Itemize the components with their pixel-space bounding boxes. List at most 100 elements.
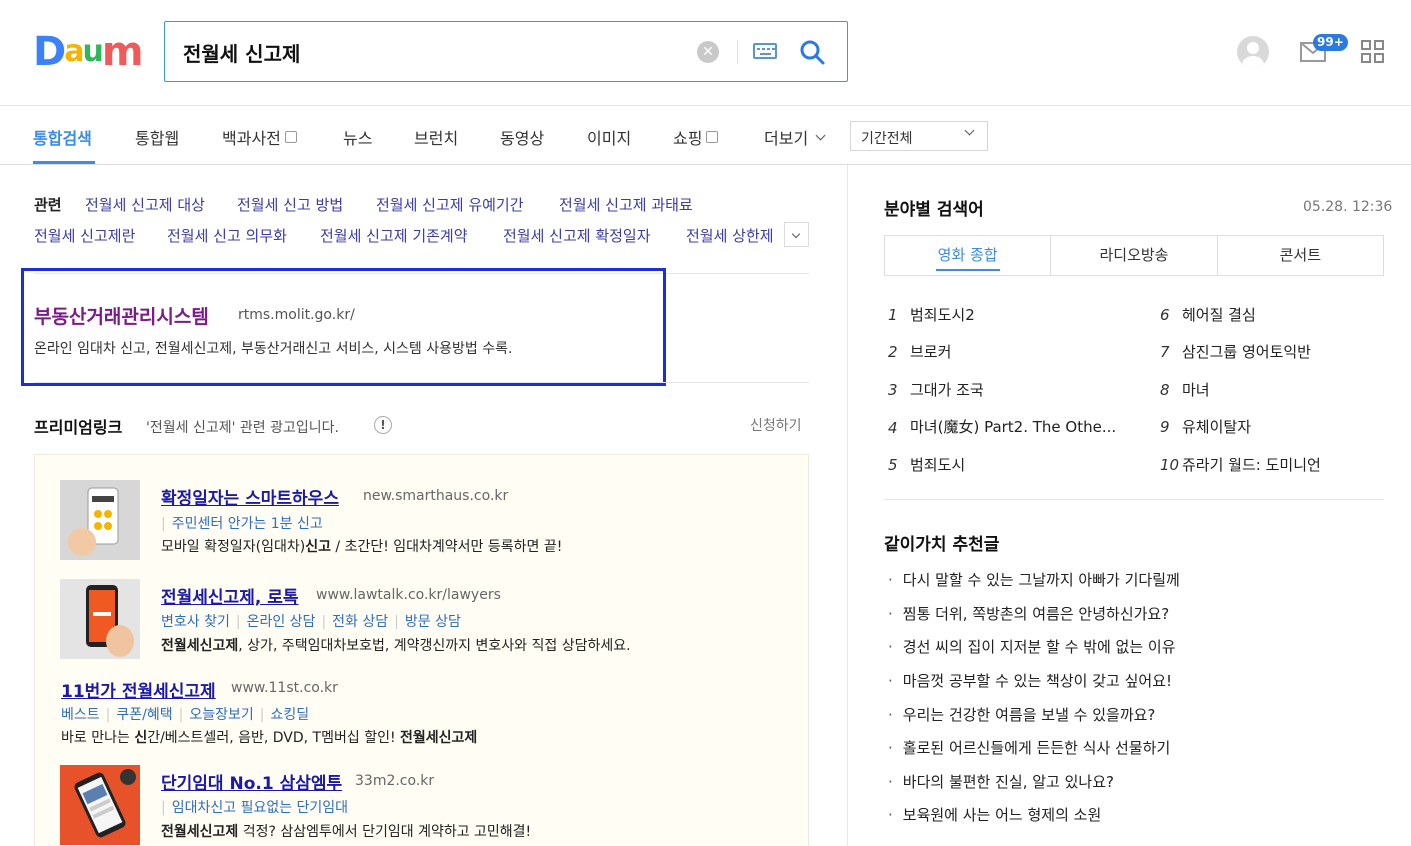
active-tab-underline <box>33 161 95 164</box>
chevron-down-icon <box>815 130 826 140</box>
ad-desc-keyword: 전월세신고제 <box>161 638 239 654</box>
related-link[interactable]: 전월세 신고제 유예기간 <box>376 194 524 215</box>
ad-title[interactable]: 단기임대 No.1 삼삼엠투 <box>161 769 342 794</box>
rank-item[interactable]: 3 그대가 조국 <box>888 379 984 400</box>
apply-ad-link[interactable]: 신청하기 <box>750 415 802 435</box>
ad-url[interactable]: www.11st.co.kr <box>231 680 338 696</box>
ad-title[interactable]: 확정일자는 스마트하우스 <box>161 484 339 509</box>
ad-desc-text: , 상가, 주택임대차보호법, 계약갱신까지 변호사와 직접 상담하세요. <box>238 638 631 654</box>
apps-grid-icon[interactable] <box>1361 40 1385 64</box>
keyboard-icon[interactable] <box>753 43 777 59</box>
ad-sublink[interactable]: 베스트 <box>61 707 100 723</box>
ad-sublink[interactable]: 방문 상담 <box>405 614 461 630</box>
user-avatar-icon[interactable] <box>1237 36 1269 68</box>
gachi-item[interactable]: 경선 씨의 집이 지저분 할 수 밖에 없는 이유 <box>888 636 1176 657</box>
related-link[interactable]: 전월세 상한제 <box>686 225 774 246</box>
related-link[interactable]: 전월세 신고 방법 <box>237 194 343 215</box>
ad-thumbnail-phone-image[interactable] <box>60 765 140 845</box>
ad-description: 전월세신고제 걱정? 삼삼엠투에서 단기임대 계약하고 고민해결! <box>161 821 531 841</box>
rank-item[interactable]: 8 마녀 <box>1160 379 1210 400</box>
ad-sublink[interactable]: 임대차신고 필요없는 단기임대 <box>172 800 348 816</box>
related-expand-button[interactable] <box>784 222 809 247</box>
tab-shopping[interactable]: 쇼핑 <box>673 125 719 149</box>
rank-item[interactable]: 5 범죄도시 <box>888 454 965 475</box>
rank-item[interactable]: 2 브로커 <box>888 341 951 362</box>
chevron-down-icon <box>964 125 975 136</box>
rank-item[interactable]: 1 범죄도시2 <box>888 304 975 325</box>
tab-concert[interactable]: 콘서트 <box>1216 236 1383 275</box>
search-input[interactable] <box>183 36 683 68</box>
result-title[interactable]: 부동산거래관리시스템 <box>34 302 209 329</box>
related-link[interactable]: 전월세 신고제 확정일자 <box>503 225 651 246</box>
rank-number: 6 <box>1160 306 1170 324</box>
rank-text: 헤어질 결심 <box>1182 306 1256 324</box>
rank-text: 유체이탈자 <box>1182 418 1252 436</box>
result-description: 온라인 임대차 신고, 전월세신고제, 부동산거래신고 서비스, 시스템 사용방… <box>34 341 513 357</box>
ad-sublink[interactable]: 쇼킹딜 <box>270 707 309 723</box>
rank-item[interactable]: 6 헤어질 결심 <box>1160 304 1256 325</box>
related-link[interactable]: 전월세 신고제 기존계약 <box>320 225 468 246</box>
rank-item[interactable]: 9 유체이탈자 <box>1160 416 1251 437</box>
tab-integrated[interactable]: 통합검색 <box>33 125 92 149</box>
ad-url[interactable]: new.smarthaus.co.kr <box>363 488 508 504</box>
new-window-icon <box>706 131 719 143</box>
ad-sublink[interactable]: 온라인 상담 <box>247 614 316 630</box>
ad-sublink[interactable]: 변호사 찾기 <box>161 614 230 630</box>
gachi-item[interactable]: 홀로된 어르신들에게 든든한 식사 선물하기 <box>888 737 1170 758</box>
period-select[interactable]: 기간전체 <box>850 121 988 151</box>
rank-text: 그대가 조국 <box>910 381 984 399</box>
ad-sublink[interactable]: 전화 상담 <box>332 614 388 630</box>
ad-url[interactable]: 33m2.co.kr <box>355 773 434 789</box>
clear-search-icon[interactable]: ✕ <box>697 41 719 63</box>
ad-sublink-pipe: | <box>161 516 166 532</box>
tab-images[interactable]: 이미지 <box>587 125 631 149</box>
rank-item[interactable]: 4 마녀(魔女) Part2. The Othe... <box>888 416 1116 437</box>
related-link[interactable]: 전월세 신고제 대상 <box>85 194 205 215</box>
gachi-item[interactable]: 다시 말할 수 있는 그날까지 아빠가 기다릴께 <box>888 569 1180 590</box>
ad-sublink[interactable]: 쿠폰/혜택 <box>116 707 172 723</box>
search-tabs: 통합검색 통합웹 백과사전 뉴스 브런치 동영상 이미지 쇼핑 더보기 <box>0 106 1411 165</box>
ad-title[interactable]: 11번가 전월세신고제 <box>61 677 216 702</box>
ad-description: 모바일 확정일자(임대차)신고 / 초간단! 임대차계약서만 등록하면 끝! <box>161 536 562 556</box>
ad-sublink-pipe: | <box>259 707 265 723</box>
gachi-item[interactable]: 찜통 더위, 쪽방촌의 여름은 안녕하신가요? <box>888 603 1169 624</box>
gachi-item[interactable]: 우리는 건강한 여름을 보낼 수 있을까요? <box>888 704 1156 725</box>
tab-news[interactable]: 뉴스 <box>343 125 372 149</box>
gachi-item[interactable]: 마음껏 공부할 수 있는 책상이 갖고 싶어요! <box>888 670 1172 691</box>
rank-number: 7 <box>1160 343 1170 361</box>
result-url[interactable]: rtms.molit.go.kr/ <box>238 307 355 323</box>
rank-number: 2 <box>888 343 898 361</box>
rank-number: 8 <box>1160 381 1170 399</box>
ad-sublink[interactable]: 주민센터 안가는 1분 신고 <box>172 516 323 532</box>
ad-sublink-pipe: | <box>321 614 327 630</box>
search-box: ✕ <box>164 21 848 82</box>
search-icon[interactable] <box>799 39 825 65</box>
rank-item[interactable]: 10 쥬라기 월드: 도미니언 <box>1160 454 1321 475</box>
ad-desc-text: / 초간단! 임대차계약서만 등록하면 끝! <box>330 539 563 555</box>
tab-web[interactable]: 통합웹 <box>135 125 179 149</box>
ad-thumbnail-phone-image[interactable] <box>60 579 140 659</box>
tab-brunch[interactable]: 브런치 <box>414 125 458 149</box>
divider <box>884 499 1384 500</box>
tab-more[interactable]: 더보기 <box>764 125 826 149</box>
tab-radio[interactable]: 라디오방송 <box>1050 236 1216 275</box>
tab-video[interactable]: 동영상 <box>500 125 544 149</box>
tab-movie[interactable]: 영화 종합 <box>885 236 1051 275</box>
related-link[interactable]: 전월세 신고제란 <box>34 225 135 246</box>
rank-item[interactable]: 7 삼진그룹 영어토익반 <box>1160 341 1311 362</box>
ad-sublink-pipe: | <box>161 800 166 816</box>
ad-thumbnail-phone-image[interactable] <box>60 480 140 560</box>
rank-text: 마녀(魔女) Part2. The Othe... <box>910 418 1117 436</box>
related-link[interactable]: 전월세 신고제 과태료 <box>559 194 693 215</box>
info-icon[interactable]: ! <box>374 416 392 434</box>
rank-text: 범죄도시2 <box>910 306 975 324</box>
tab-more-label: 더보기 <box>764 129 809 148</box>
tab-encyclopedia[interactable]: 백과사전 <box>222 125 297 149</box>
ad-url[interactable]: www.lawtalk.co.kr/lawyers <box>316 587 501 603</box>
ad-sublink[interactable]: 오늘장보기 <box>189 707 253 723</box>
gachi-item[interactable]: 보육원에 사는 어느 형제의 소원 <box>888 804 1101 825</box>
daum-logo[interactable]: D a u m <box>33 32 143 72</box>
gachi-item[interactable]: 바다의 불편한 진실, 알고 있나요? <box>888 771 1114 792</box>
related-link[interactable]: 전월세 신고 의무화 <box>167 225 287 246</box>
ad-title[interactable]: 전월세신고제, 로톡 <box>161 583 299 608</box>
